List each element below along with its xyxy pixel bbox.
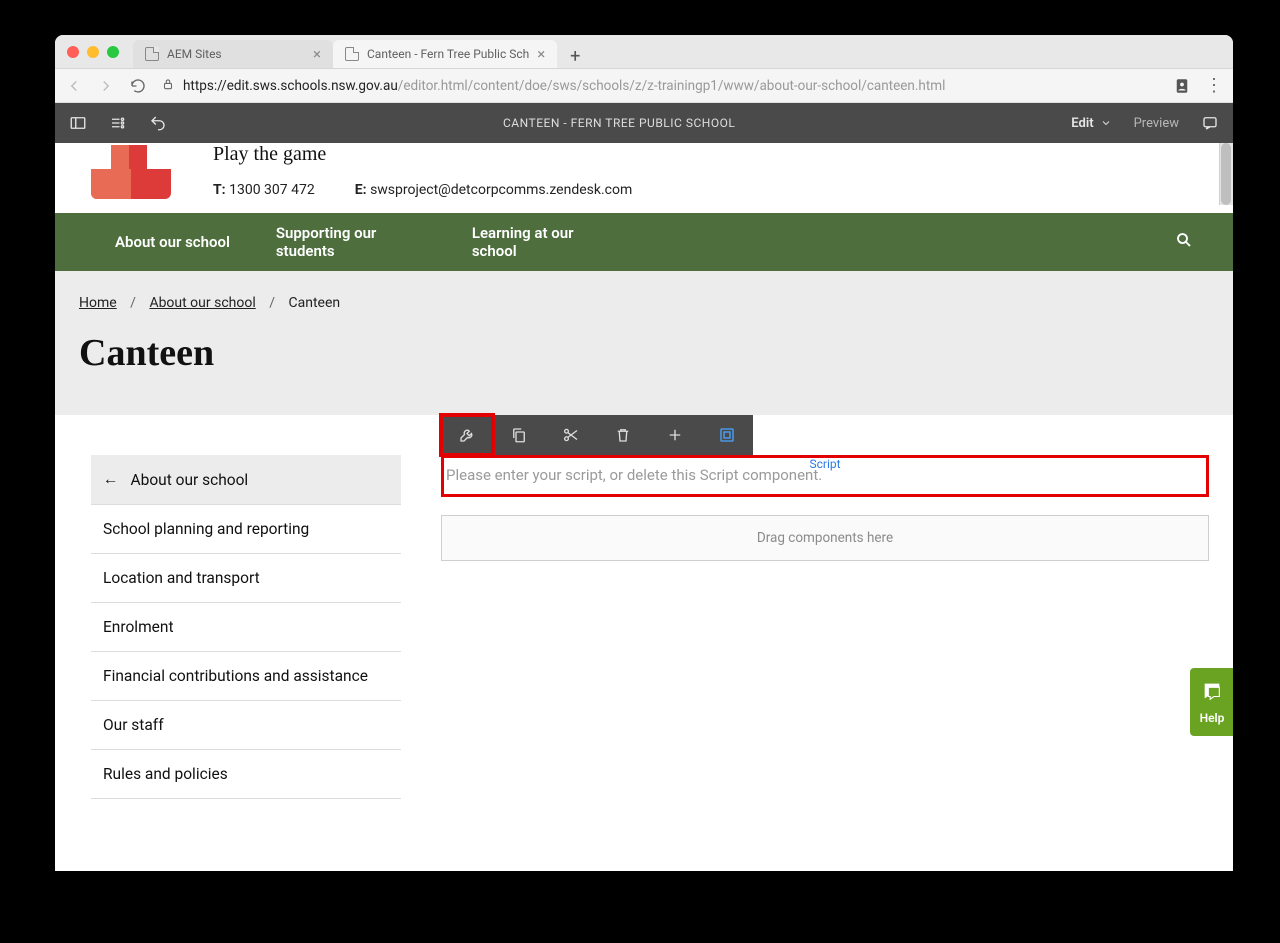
site-contact: T: 1300 307 472 E: swsproject@detcorpcom… (213, 182, 632, 198)
browser-menu-button[interactable]: ⋮ (1205, 75, 1223, 96)
lock-icon (161, 77, 175, 95)
scissors-icon (562, 426, 580, 444)
toggle-panel-button[interactable] (69, 114, 87, 132)
browser-window: AEM Sites × Canteen - Fern Tree Public S… (55, 35, 1233, 871)
browser-toolbar: https://edit.sws.schools.nsw.gov.au/edit… (55, 69, 1233, 103)
section-nav: ← About our school School planning and r… (91, 455, 401, 799)
page-content-frame: Play the game T: 1300 307 472 E: swsproj… (55, 143, 1233, 871)
phone-value: 1300 307 472 (229, 182, 315, 198)
file-icon (345, 47, 359, 61)
section-nav-item[interactable]: Rules and policies (91, 750, 401, 799)
edit-mode-label: Edit (1071, 116, 1093, 131)
scrollbar-thumb[interactable] (1221, 143, 1231, 205)
url-host: https://edit.sws.schools.nsw.gov.au (183, 78, 398, 94)
section-nav-item[interactable]: Financial contributions and assistance (91, 652, 401, 701)
reload-icon (129, 77, 147, 95)
window-close-button[interactable] (67, 46, 79, 58)
plus-icon (666, 426, 684, 444)
nav-item-learning[interactable]: Learning at our school (472, 224, 622, 260)
primary-nav: About our school Supporting our students… (55, 213, 1233, 271)
edit-mode-dropdown[interactable]: Edit (1071, 116, 1111, 131)
parent-button[interactable] (701, 415, 753, 455)
arrow-right-icon (97, 77, 115, 95)
site-tagline: Play the game (213, 143, 632, 166)
delete-button[interactable] (597, 415, 649, 455)
component-type-label[interactable]: Script (809, 457, 840, 471)
phone-label: T: (213, 182, 226, 198)
browser-tabs: AEM Sites × Canteen - Fern Tree Public S… (133, 35, 587, 68)
address-bar[interactable]: https://edit.sws.schools.nsw.gov.au/edit… (161, 77, 1159, 95)
breadcrumb-sep: / (269, 295, 275, 311)
group-icon (718, 426, 736, 444)
chevron-down-icon (1100, 117, 1112, 129)
breadcrumb: Home / About our school / Canteen (55, 271, 1233, 311)
page-title-region: Canteen (55, 311, 1233, 415)
url-path: /editor.html/content/doe/sws/schools/z/z… (398, 78, 946, 94)
window-titlebar: AEM Sites × Canteen - Fern Tree Public S… (55, 35, 1233, 69)
aem-editor-toolbar: CANTEEN - FERN TREE PUBLIC SCHOOL Edit P… (55, 103, 1233, 143)
account-icon[interactable] (1173, 77, 1191, 95)
tab-label: Canteen - Fern Tree Public Sch (367, 47, 529, 61)
breadcrumb-current: Canteen (289, 295, 341, 311)
window-minimize-button[interactable] (87, 46, 99, 58)
section-nav-item[interactable]: School planning and reporting (91, 505, 401, 554)
site-header: Play the game T: 1300 307 472 E: swsproj… (55, 143, 1233, 213)
copy-icon (510, 426, 528, 444)
preview-button[interactable]: Preview (1134, 116, 1179, 131)
section-nav-back[interactable]: ← About our school (91, 455, 401, 505)
search-icon (1175, 231, 1193, 249)
reload-button[interactable] (129, 77, 147, 95)
help-tab[interactable]: Help (1190, 668, 1233, 736)
arrow-left-icon: ← (103, 470, 119, 489)
page-title: Canteen (79, 331, 1209, 375)
tab-label: AEM Sites (167, 47, 222, 61)
cut-button[interactable] (545, 415, 597, 455)
section-nav-back-label: About our school (131, 471, 249, 489)
breadcrumb-sep: / (130, 295, 136, 311)
insert-button[interactable] (649, 415, 701, 455)
component-dropzone[interactable]: Drag components here (441, 515, 1209, 561)
file-icon (145, 47, 159, 61)
traffic-lights (67, 46, 119, 58)
scrollbar-track[interactable] (1219, 143, 1233, 205)
main-column: Script Please enter your script, or dele… (441, 455, 1209, 561)
back-button[interactable] (65, 77, 83, 95)
breadcrumb-about[interactable]: About our school (149, 295, 255, 311)
forward-button[interactable] (97, 77, 115, 95)
nav-item-supporting[interactable]: Supporting our students (276, 224, 426, 260)
section-nav-item[interactable]: Our staff (91, 701, 401, 750)
annotate-button[interactable] (1201, 114, 1219, 132)
window-zoom-button[interactable] (107, 46, 119, 58)
component-toolbar (441, 415, 753, 455)
nav-search-button[interactable] (1175, 231, 1193, 253)
email-label: E: (355, 182, 367, 198)
wrench-icon (458, 426, 476, 444)
breadcrumb-home[interactable]: Home (79, 295, 117, 311)
tab-close-icon[interactable]: × (537, 45, 545, 63)
body-columns: ← About our school School planning and r… (55, 415, 1233, 799)
browser-tab-canteen[interactable]: Canteen - Fern Tree Public Sch × (333, 40, 557, 68)
site-logo (79, 143, 183, 199)
tab-close-icon[interactable]: × (313, 45, 321, 63)
new-tab-button[interactable]: + (563, 44, 587, 68)
email-value: swsproject@detcorpcomms.zendesk.com (370, 182, 632, 198)
trash-icon (614, 426, 632, 444)
nav-item-about[interactable]: About our school (115, 233, 230, 251)
editor-page-title: CANTEEN - FERN TREE PUBLIC SCHOOL (189, 116, 1049, 130)
arrow-left-icon (65, 77, 83, 95)
configure-button[interactable] (441, 415, 493, 455)
browser-tab-aem-sites[interactable]: AEM Sites × (133, 40, 333, 68)
copy-button[interactable] (493, 415, 545, 455)
section-nav-item[interactable]: Location and transport (91, 554, 401, 603)
script-component[interactable]: Script Please enter your script, or dele… (441, 455, 1209, 497)
section-nav-item[interactable]: Enrolment (91, 603, 401, 652)
page-properties-button[interactable] (109, 114, 127, 132)
help-label: Help (1200, 711, 1225, 725)
chat-icon (1201, 680, 1223, 707)
undo-button[interactable] (149, 114, 167, 132)
